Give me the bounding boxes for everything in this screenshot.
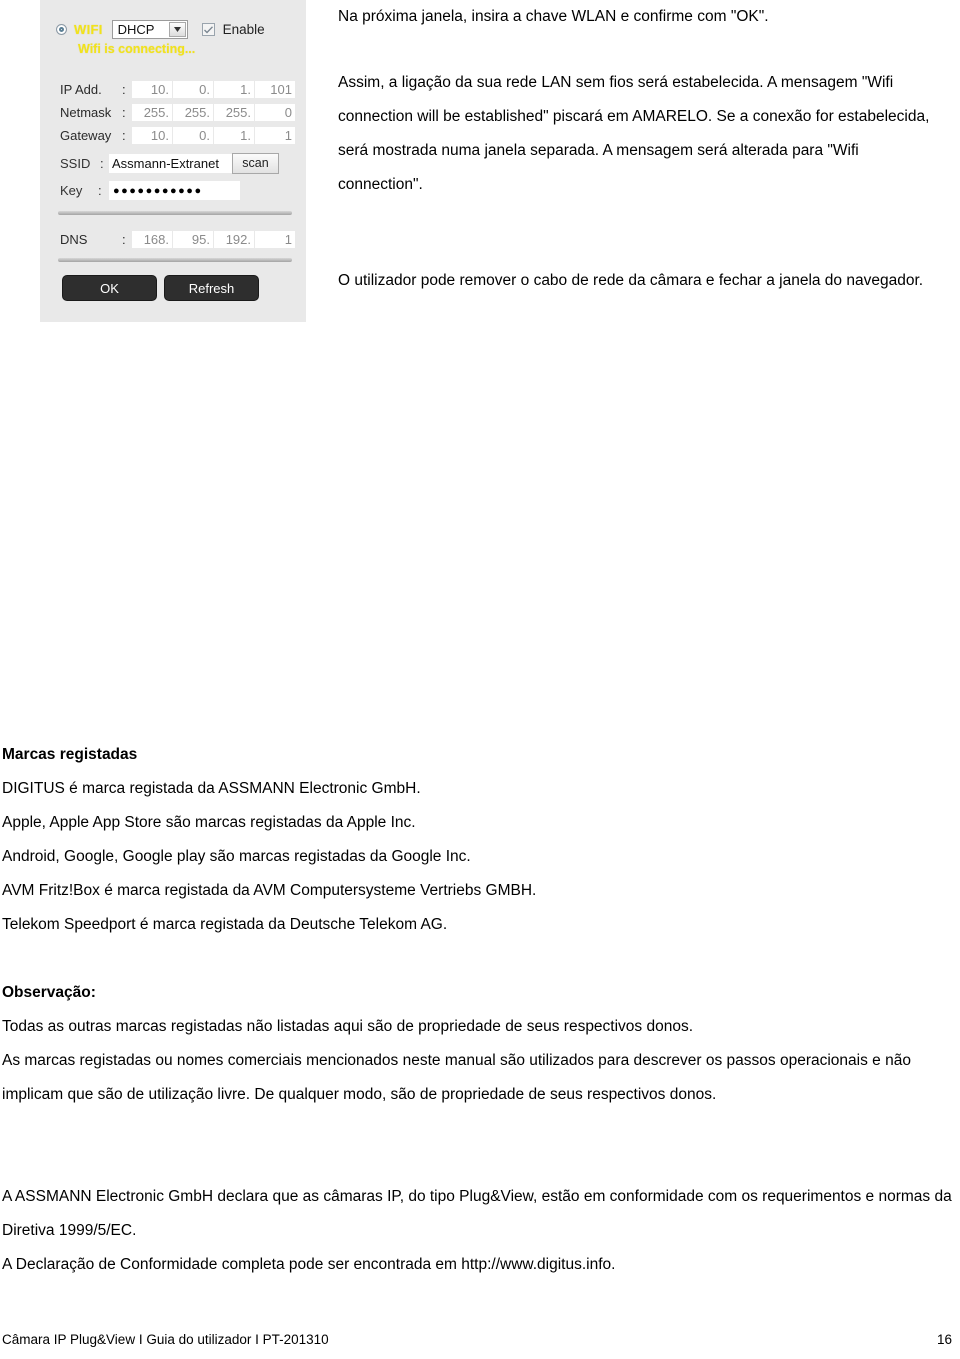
trademarks-heading: Marcas registadas	[2, 746, 138, 763]
netmask-colon: :	[122, 105, 126, 120]
gateway-row: Gateway : 10. 0. 1. 1	[60, 126, 296, 145]
ssid-row: SSID : Assmann-Extranet scan	[60, 153, 279, 174]
wifi-status-text: Wifi is connecting...	[78, 42, 196, 56]
trademark-line-5: Telekom Speedport é marca registada da D…	[2, 916, 448, 933]
key-colon: :	[98, 183, 102, 198]
declaration-paragraph-2: A Declaração de Conformidade completa po…	[2, 1256, 616, 1273]
key-row: Key : ●●●●●●●●●●●	[60, 180, 240, 201]
footer-document-title: Câmara IP Plug&View I Guia do utilizador…	[2, 1332, 329, 1347]
ip-mode-select-value: DHCP	[117, 22, 155, 37]
refresh-button[interactable]: Refresh	[164, 275, 259, 301]
ip-address-colon: :	[122, 82, 126, 97]
trademark-line-4: AVM Fritz!Box é marca registada da AVM C…	[2, 882, 537, 899]
trademark-line-2: Apple, Apple App Store são marcas regist…	[2, 814, 416, 831]
gateway-colon: :	[122, 128, 126, 143]
footer-page-number: 16	[936, 1332, 952, 1347]
separator-lower	[58, 258, 292, 262]
dns-octet-3[interactable]: 192.	[214, 231, 254, 248]
gateway-octet-2[interactable]: 0.	[173, 127, 213, 144]
netmask-octet-1[interactable]: 255.	[132, 104, 172, 121]
wifi-mode-row: WIFI DHCP Enable	[56, 20, 306, 39]
gateway-label: Gateway	[60, 128, 112, 143]
netmask-octet-4[interactable]: 0	[255, 104, 295, 121]
instruction-paragraph-2: Assim, a ligação da sua rede LAN sem fio…	[338, 74, 930, 193]
ssid-colon: :	[100, 156, 104, 171]
observation-paragraph-1: Todas as outras marcas registadas não li…	[2, 1018, 694, 1035]
ip-address-octet-2[interactable]: 0.	[173, 81, 213, 98]
ip-address-octet-3[interactable]: 1.	[214, 81, 254, 98]
netmask-label: Netmask	[60, 105, 112, 120]
wifi-radio-button[interactable]	[56, 24, 67, 35]
wifi-settings-dialog-screenshot: WIFI DHCP Enable Wifi is connecting... I…	[40, 0, 306, 322]
dns-colon: :	[122, 232, 126, 247]
gateway-octet-3[interactable]: 1.	[214, 127, 254, 144]
wifi-dialog-background: WIFI DHCP Enable Wifi is connecting... I…	[40, 0, 306, 322]
ip-address-octet-4[interactable]: 101	[255, 81, 295, 98]
ip-address-row: IP Add. : 10. 0. 1. 101	[60, 80, 296, 99]
observation-heading: Observação:	[2, 984, 96, 1001]
chevron-down-icon[interactable]	[168, 22, 186, 37]
trademark-line-1: DIGITUS é marca registada da ASSMANN Ele…	[2, 780, 421, 797]
separator-upper	[58, 211, 292, 215]
dns-row: DNS : 168. 95. 192. 1	[60, 230, 296, 249]
gateway-octet-1[interactable]: 10.	[132, 127, 172, 144]
dns-label: DNS	[60, 232, 88, 247]
gateway-octet-4[interactable]: 1	[255, 127, 295, 144]
declaration-paragraph-1: A ASSMANN Electronic GmbH declara que as…	[2, 1188, 952, 1239]
wifi-label: WIFI	[74, 22, 103, 37]
netmask-octet-2[interactable]: 255.	[173, 104, 213, 121]
ssid-label: SSID	[60, 156, 91, 171]
instruction-paragraph-1: Na próxima janela, insira a chave WLAN e…	[338, 8, 769, 25]
observation-paragraph-2: As marcas registadas ou nomes comerciais…	[2, 1052, 911, 1103]
key-label: Key	[60, 183, 83, 198]
enable-checkbox[interactable]	[201, 23, 215, 36]
ok-button[interactable]: OK	[62, 275, 157, 301]
ssid-input[interactable]: Assmann-Extranet	[109, 154, 232, 173]
footer-divider	[0, 1315, 960, 1316]
dns-octet-1[interactable]: 168.	[132, 231, 172, 248]
enable-label: Enable	[222, 22, 265, 37]
ip-address-label: IP Add.	[60, 82, 102, 97]
key-input[interactable]: ●●●●●●●●●●●	[109, 181, 240, 200]
trademark-line-3: Android, Google, Google play são marcas …	[2, 848, 471, 865]
dns-octet-4[interactable]: 1	[255, 231, 295, 248]
ip-address-octet-1[interactable]: 10.	[132, 81, 172, 98]
netmask-row: Netmask : 255. 255. 255. 0	[60, 103, 296, 122]
scan-button[interactable]: scan	[232, 153, 279, 174]
dns-octet-2[interactable]: 95.	[173, 231, 213, 248]
instruction-paragraph-3: O utilizador pode remover o cabo de rede…	[338, 272, 924, 289]
ip-mode-select[interactable]: DHCP	[111, 20, 188, 39]
netmask-octet-3[interactable]: 255.	[214, 104, 254, 121]
